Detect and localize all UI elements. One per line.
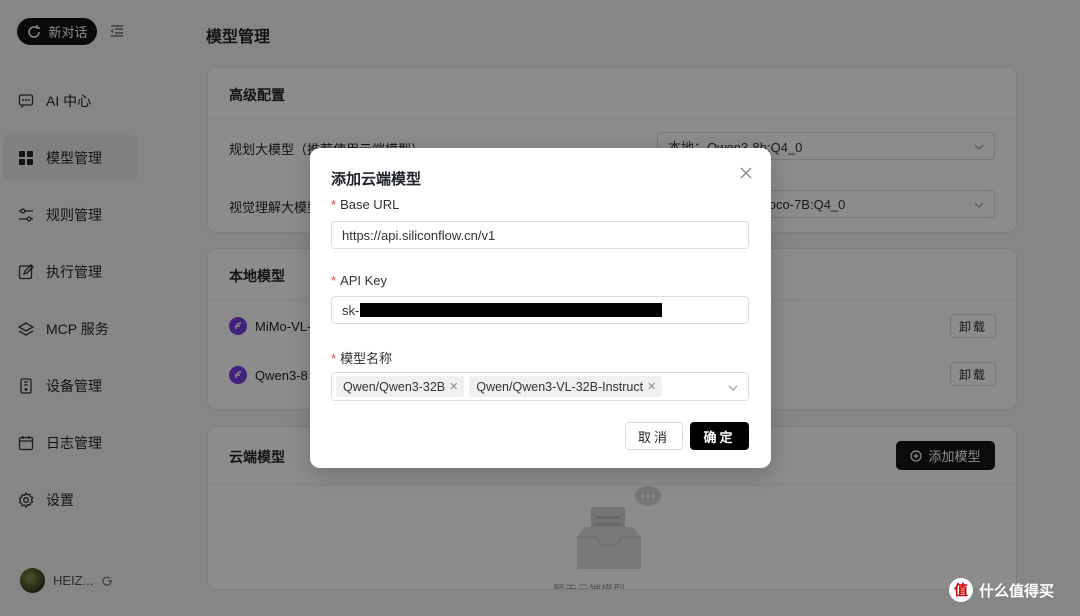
model-tag: Qwen/Qwen3-VL-32B-Instruct ✕ [469, 376, 663, 397]
watermark-logo: 值 [949, 578, 973, 602]
watermark: 值 什么值得买 [949, 578, 1054, 602]
watermark-text: 什么值得买 [979, 582, 1055, 600]
confirm-button[interactable]: 确定 [690, 422, 749, 450]
model-tag: Qwen/Qwen3-32B ✕ [336, 376, 465, 397]
model-name-label: * 模型名称 [331, 348, 392, 367]
model-tag-label: Qwen/Qwen3-32B [343, 379, 446, 394]
cancel-button[interactable]: 取消 [625, 422, 683, 450]
base-url-input[interactable]: https://api.siliconflow.cn/v1 [331, 221, 749, 249]
api-key-label: * API Key [331, 273, 387, 288]
required-mark: * [331, 197, 337, 212]
model-name-select[interactable]: Qwen/Qwen3-32B ✕ Qwen/Qwen3-VL-32B-Instr… [331, 372, 749, 401]
chevron-down-icon [728, 385, 738, 391]
api-key-prefix: sk- [342, 302, 360, 318]
required-mark: * [331, 273, 337, 288]
redacted-api-key [360, 303, 663, 317]
base-url-label: * Base URL [331, 197, 399, 212]
remove-tag-icon[interactable]: ✕ [647, 380, 656, 393]
close-icon[interactable] [739, 166, 753, 180]
model-tag-label: Qwen/Qwen3-VL-32B-Instruct [476, 379, 644, 394]
dialog-title: 添加云端模型 [331, 171, 422, 188]
api-key-label-text: API Key [340, 273, 388, 288]
required-mark: * [331, 351, 337, 366]
add-cloud-model-dialog: 添加云端模型 * Base URL https://api.siliconflow… [310, 148, 771, 468]
remove-tag-icon[interactable]: ✕ [449, 380, 458, 393]
base-url-value: https://api.siliconflow.cn/v1 [342, 227, 496, 243]
base-url-label-text: Base URL [340, 197, 400, 212]
api-key-input[interactable]: sk- [331, 296, 749, 324]
model-name-label-text: 模型名称 [340, 351, 393, 366]
